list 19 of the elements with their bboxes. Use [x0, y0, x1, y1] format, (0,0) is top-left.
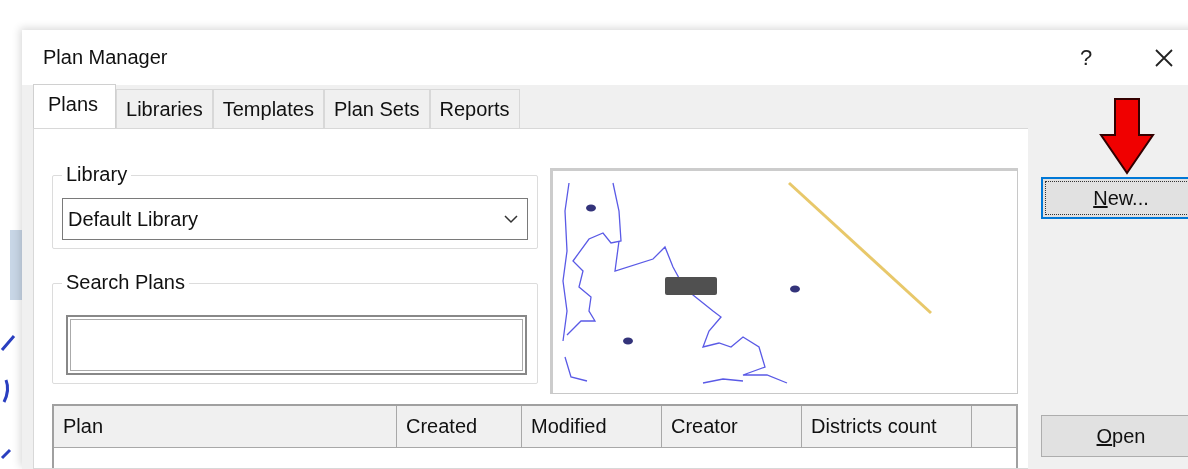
tab[interactable]: Reports: [429, 89, 520, 128]
library-dropdown[interactable]: Default Library: [62, 198, 528, 240]
help-button[interactable]: ?: [1061, 37, 1111, 78]
tab[interactable]: Plans: [33, 84, 117, 128]
column-header[interactable]: Districts count: [802, 406, 972, 448]
chevron-down-icon: [503, 214, 519, 224]
action-button[interactable]: Open: [1041, 415, 1188, 457]
close-icon: [1154, 47, 1174, 68]
tab[interactable]: Libraries: [116, 89, 213, 128]
column-header[interactable]: Created: [397, 406, 522, 448]
action-button[interactable]: New...: [1041, 177, 1188, 219]
tab[interactable]: Plan Sets: [323, 89, 430, 128]
column-header[interactable]: Creator: [662, 406, 802, 448]
column-header[interactable]: Modified: [522, 406, 662, 448]
window-title: Plan Manager: [43, 46, 169, 69]
column-header[interactable]: Plan: [54, 406, 397, 448]
group-label: Library: [62, 163, 132, 186]
tab[interactable]: Templates: [212, 89, 324, 128]
search-field[interactable]: [66, 315, 527, 375]
